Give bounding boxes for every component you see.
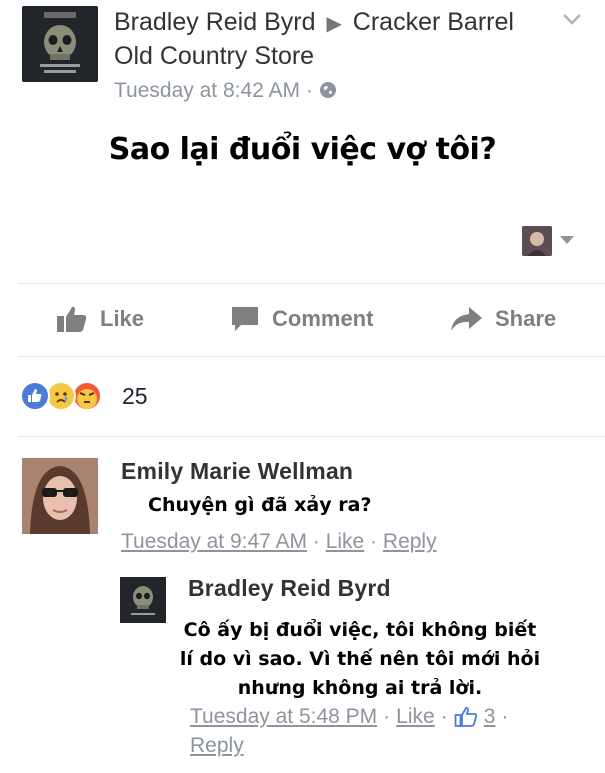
comment-bubble-icon: [232, 307, 258, 331]
separator-dot: ·: [501, 705, 509, 728]
like-button[interactable]: Like: [56, 305, 144, 333]
comment-text: Chuyện gì đã xảy ra?: [148, 494, 372, 516]
chevron-down-icon[interactable]: [561, 8, 583, 30]
post-text: Sao lại đuổi việc vợ tôi?: [108, 132, 497, 167]
reply-author-avatar[interactable]: [120, 577, 166, 623]
reactions-summary[interactable]: [20, 381, 102, 411]
comment-button[interactable]: Comment: [230, 305, 373, 333]
reply-text-line: Cô ấy bị đuổi việc, tôi không biết: [183, 619, 537, 641]
person-photo-icon: [522, 226, 552, 256]
comment-timestamp[interactable]: Tuesday at 9:47 AM: [121, 530, 307, 553]
reply-meta-line2: Reply: [190, 734, 244, 758]
reply-timestamp[interactable]: Tuesday at 5:48 PM: [190, 705, 377, 729]
separator-dot: ·: [370, 530, 378, 553]
separator-dot: ·: [440, 705, 448, 728]
divider: [18, 436, 605, 437]
author-name[interactable]: Bradley Reid Byrd: [114, 8, 315, 36]
comment-like-link[interactable]: Like: [326, 530, 365, 553]
share-button[interactable]: Share: [449, 305, 556, 333]
post-header-title: Bradley Reid Byrd ▶ Cracker Barrel Old C…: [114, 6, 554, 72]
divider: [18, 356, 605, 357]
comment-author-name[interactable]: Emily Marie Wellman: [121, 458, 353, 485]
person-photo-icon: [22, 458, 98, 534]
reply-text: Cô ấy bị đuổi việc, tôi không biết lí do…: [170, 616, 550, 703]
arrow-right-icon: ▶: [326, 13, 342, 35]
commenter-avatar[interactable]: [22, 458, 98, 534]
reply-reply-link[interactable]: Reply: [190, 734, 244, 757]
comment-reply-link[interactable]: Reply: [383, 530, 437, 553]
reactor-avatar[interactable]: [522, 226, 552, 256]
skull-icon: [22, 6, 98, 82]
reply-like-link[interactable]: Like: [396, 705, 435, 729]
separator-dot: ·: [312, 530, 320, 553]
thumbs-up-icon: [57, 306, 87, 332]
reply-text-line: lí do vì sao. Vì thế nên tôi mới hỏi: [179, 648, 541, 670]
sad-reaction-icon: [46, 381, 76, 411]
reply-author-name[interactable]: Bradley Reid Byrd: [188, 575, 391, 602]
separator-dot: ·: [383, 705, 391, 728]
angry-reaction-icon: [72, 381, 102, 411]
reply-meta: Tuesday at 5:48 PM · Like · 3 ·: [190, 705, 508, 729]
globe-icon: [319, 82, 336, 98]
post-timestamp[interactable]: Tuesday at 8:42 AM: [114, 79, 300, 102]
author-avatar[interactable]: [22, 6, 98, 82]
skull-icon: [120, 577, 166, 623]
reaction-count[interactable]: 25: [122, 383, 148, 410]
thumbs-up-outline-icon: [454, 707, 477, 727]
reply-text-line: nhưng không ai trả lời.: [237, 677, 483, 699]
comment-label: Comment: [272, 306, 374, 331]
like-reaction-icon: [20, 381, 50, 411]
comment-meta: Tuesday at 9:47 AM · Like · Reply: [121, 530, 437, 554]
separator-dot: ·: [305, 79, 313, 102]
share-arrow-icon: [451, 307, 482, 331]
reply-like-count[interactable]: 3: [484, 705, 496, 729]
like-label: Like: [100, 306, 145, 331]
post-timestamp-row: Tuesday at 8:42 AM ·: [114, 79, 337, 103]
share-label: Share: [495, 306, 557, 331]
divider: [18, 283, 605, 284]
caret-down-icon[interactable]: [560, 236, 574, 244]
